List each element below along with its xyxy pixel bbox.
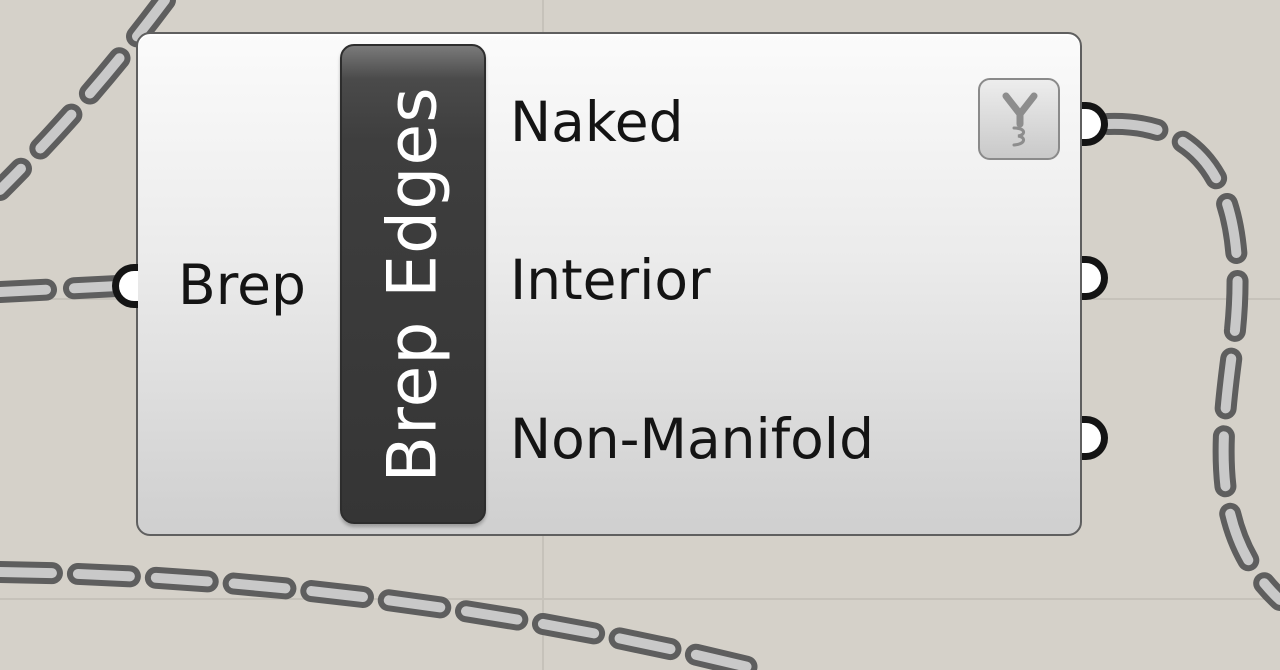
wire-input-brep-inner bbox=[0, 281, 123, 297]
component-nickname: Brep Edges bbox=[340, 44, 486, 524]
component-nickname-label: Brep Edges bbox=[373, 85, 453, 483]
wire-output-naked[interactable] bbox=[1097, 112, 1280, 611]
wire-bottom-inner bbox=[0, 567, 765, 670]
wire-bottom[interactable] bbox=[0, 561, 771, 670]
graft-icon[interactable] bbox=[978, 78, 1060, 160]
output-param-interior[interactable]: Interior bbox=[510, 253, 711, 308]
wire-output-naked-inner bbox=[1103, 118, 1280, 605]
output-param-naked[interactable]: Naked bbox=[510, 95, 684, 150]
input-param-brep[interactable]: Brep bbox=[178, 258, 306, 313]
grasshopper-canvas[interactable]: Brep Edges Brep Naked Interior Non-Manif… bbox=[0, 0, 1280, 670]
output-param-non-manifold[interactable]: Non-Manifold bbox=[510, 412, 874, 467]
